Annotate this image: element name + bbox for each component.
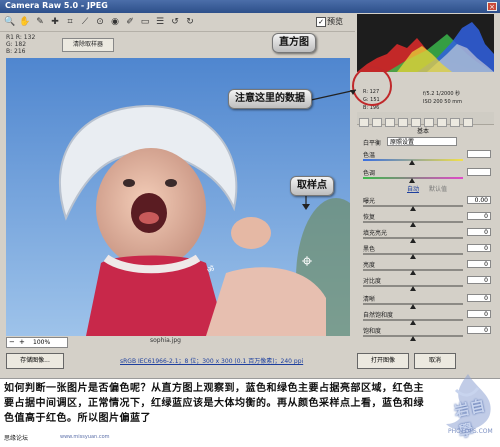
param-label: 黑色 (363, 246, 376, 253)
open-image-button[interactable]: 打开图像 (357, 353, 409, 369)
panel-tabs (357, 112, 494, 127)
sampler-g: G: 182 (6, 41, 27, 48)
param-label: 对比度 (363, 278, 382, 285)
param-label: 色调 (363, 170, 376, 177)
exif-line-1: f/5.2 1/2000 秒 (423, 91, 461, 97)
param-value-field[interactable]: 0 (467, 276, 491, 284)
param-label: 色温 (363, 152, 376, 159)
param-value-field[interactable]: 0 (467, 212, 491, 220)
section-title: 基本 (417, 128, 430, 135)
preview-checkbox[interactable]: ✓ (316, 17, 326, 27)
param-slider-thumb[interactable] (410, 286, 416, 291)
workflow-options-link[interactable]: sRGB IEC61966-2.1；8 位；300 x 300 (0.1 百万像… (120, 356, 303, 365)
param-slider-thumb[interactable] (410, 254, 416, 259)
callout-histogram: 直方图 (272, 33, 316, 53)
param-value-field[interactable]: 0 (467, 294, 491, 302)
param-value-field[interactable]: 0 (467, 326, 491, 334)
param-label: 恢复 (363, 214, 376, 221)
param-slider-thumb[interactable] (410, 336, 416, 341)
param-value-field[interactable]: 0.00 (467, 196, 491, 204)
param-slider-thumb[interactable] (409, 160, 415, 165)
gradient-filter-icon[interactable]: ▭ (139, 16, 151, 28)
param-label: 填充亮光 (363, 230, 388, 237)
close-icon[interactable]: × (487, 2, 497, 11)
param-value-field[interactable]: 0 (467, 260, 491, 268)
param-slider-thumb[interactable] (410, 206, 416, 211)
param-label: 自然饱和度 (363, 312, 394, 319)
param-value-field[interactable]: 0 (467, 310, 491, 318)
param-value-field[interactable] (467, 168, 491, 176)
param-label: 亮度 (363, 262, 376, 269)
zoom-in-button[interactable]: + (19, 338, 25, 347)
white-balance-select[interactable]: 原照设置 (387, 137, 457, 146)
white-balance-tool-icon[interactable]: ✎ (34, 16, 46, 28)
param-value-field[interactable] (467, 150, 491, 158)
save-image-button[interactable]: 存储图像... (6, 353, 64, 369)
param-slider-thumb[interactable] (409, 178, 415, 183)
histogram (357, 14, 494, 72)
cancel-button[interactable]: 取消 (414, 353, 456, 369)
straighten-tool-icon[interactable]: ⟋ (79, 16, 91, 28)
svg-text:ॐ: ॐ (207, 265, 214, 274)
auto-link[interactable]: 自动 (407, 184, 419, 193)
sampler-r: R1 R: 132 (6, 34, 36, 41)
default-link[interactable]: 默认值 (429, 184, 447, 193)
sampler-b: B: 216 (6, 48, 26, 55)
toolbar: ✓ 预览 🔍 ✋ ✎ ✚ ⌗ ⟋ ⊙ ◉ ✐ ▭ ☰ ↺ ↻ (0, 13, 355, 32)
param-value-field[interactable]: 0 (467, 228, 491, 236)
white-balance-label: 白平衡 (363, 140, 382, 147)
caption-text: 如何判断一张图片是否偏色呢？从直方图上观察到，蓝色和绿色主要占据亮部区域，红色主… (4, 383, 424, 424)
sampler-readout: R1 R: 132 G: 182 B: 216 (6, 34, 35, 55)
adjustment-brush-icon[interactable]: ✐ (124, 16, 136, 28)
spot-removal-tool-icon[interactable]: ⊙ (94, 16, 106, 28)
callout-data-note: 注意这里的数据 (228, 89, 312, 109)
preview-label: 预览 (327, 17, 343, 26)
hand-tool-icon[interactable]: ✋ (19, 16, 31, 28)
param-slider-thumb[interactable] (410, 304, 416, 309)
image-filename: sophia.jpg (150, 337, 181, 344)
color-sampler-tool-icon[interactable]: ✚ (49, 16, 61, 28)
camera-raw-window: Camera Raw 5.0 - JPEG × ✓ 预览 🔍 ✋ ✎ ✚ ⌗ ⟋ ⊙ ◉ ✐ ▭ ☰… (0, 0, 500, 379)
title-bar: Camera Raw 5.0 - JPEG × (0, 0, 500, 13)
param-slider-thumb[interactable] (410, 270, 416, 275)
crop-tool-icon[interactable]: ⌗ (64, 16, 76, 28)
window-title: Camera Raw 5.0 - JPEG (5, 1, 108, 10)
histogram-graph (357, 22, 494, 72)
rotate-left-icon[interactable]: ↺ (169, 16, 181, 28)
zoom-out-button[interactable]: − (9, 338, 15, 347)
rotate-right-icon[interactable]: ↻ (184, 16, 196, 28)
param-label: 清晰 (363, 296, 376, 303)
exif-line-2: ISO 200 50 mm (423, 99, 462, 105)
forum-name: 思缘论坛 (4, 435, 29, 442)
callout-sample-point: 取样点 (290, 176, 334, 196)
zoom-level[interactable]: 100% (33, 338, 50, 347)
param-slider-thumb[interactable] (410, 320, 416, 325)
forum-url: www.missyuan.com (60, 434, 110, 440)
param-label: 曝光 (363, 198, 376, 205)
param-slider-thumb[interactable] (410, 222, 416, 227)
red-eye-tool-icon[interactable]: ◉ (109, 16, 121, 28)
watermark-subtext: PHOTOPS.COM (448, 428, 493, 435)
basic-section: 基本 白平衡 原照设置 色温色调曝光 0.00 恢复 0 填充亮光 0 黑色 0 亮度 0 对比度 0… (357, 126, 494, 348)
param-value-field[interactable]: 0 (467, 244, 491, 252)
preferences-icon[interactable]: ☰ (154, 16, 166, 28)
exif-info: f/5.2 1/2000 秒 ISO 200 50 mm (423, 90, 462, 106)
zoom-tool-icon[interactable]: 🔍 (4, 16, 16, 28)
zoom-control: − + 100% (6, 337, 68, 348)
clear-samplers-button[interactable]: 清除取样器 (62, 38, 114, 52)
param-label: 饱和度 (363, 328, 382, 335)
right-panel: R: 127 G: 151 B: 196 f/5.2 1/2000 秒 ISO … (357, 14, 494, 348)
param-slider-thumb[interactable] (410, 238, 416, 243)
